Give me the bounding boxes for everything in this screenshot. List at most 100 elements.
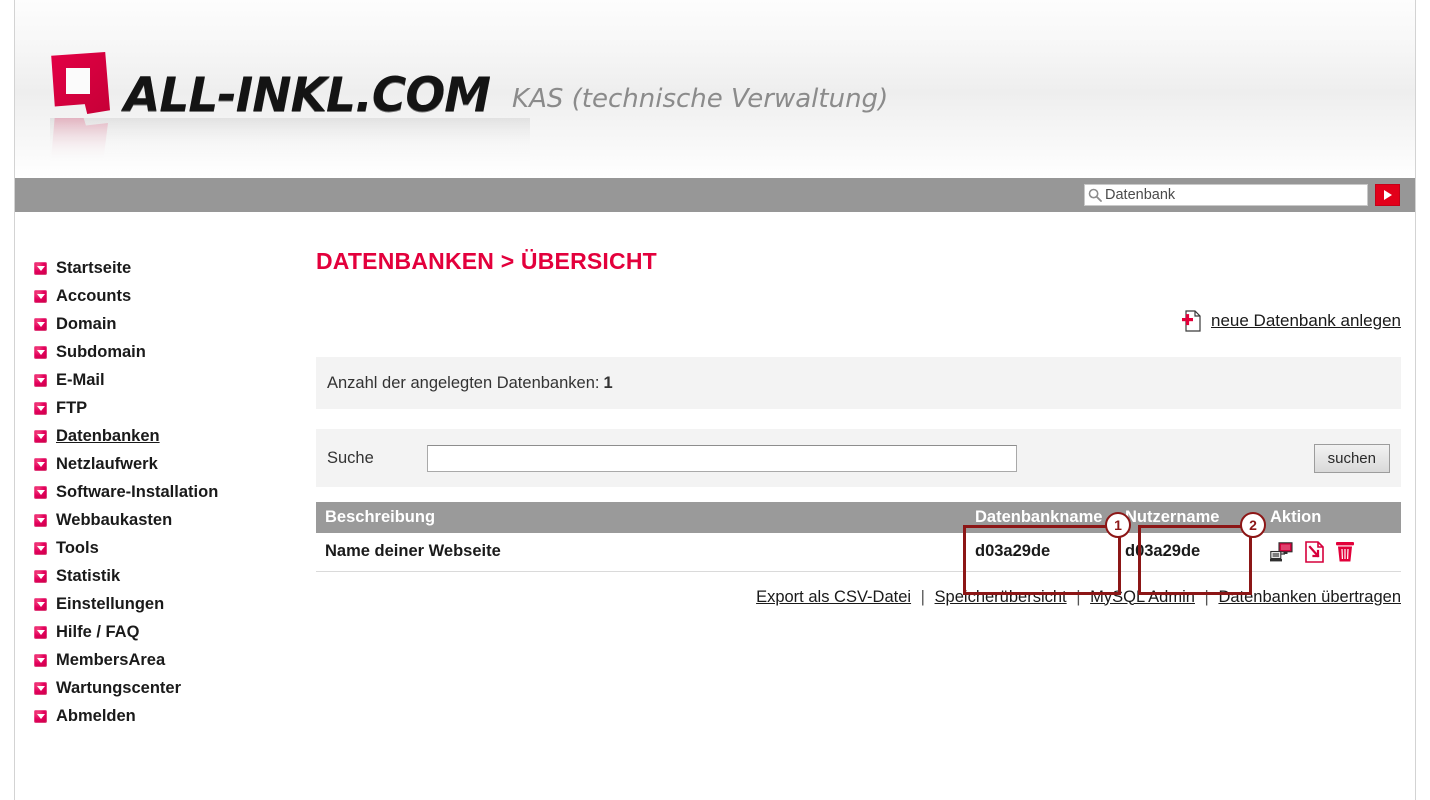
sidebar-item-label: Statistik <box>56 566 121 585</box>
sidebar-item-domain[interactable]: Domain <box>16 310 300 338</box>
sidebar-item-label: Netzlaufwerk <box>56 454 158 473</box>
bullet-icon <box>34 653 47 667</box>
sidebar-item-label: Accounts <box>56 286 132 305</box>
top-search-bar <box>15 178 1415 212</box>
document-plus-icon <box>1182 310 1202 332</box>
bullet-icon <box>34 709 47 723</box>
logo-subtitle: KAS (technische Verwaltung) <box>512 84 889 114</box>
site-header: ALL-INKL.COM KAS (technische Verwaltung) <box>15 0 1415 178</box>
footer-separator: | <box>1204 587 1209 606</box>
global-search-input[interactable] <box>1105 186 1367 204</box>
bullet-icon <box>34 289 47 303</box>
sidebar-item-tools[interactable]: Tools <box>16 534 300 562</box>
databases-table: Beschreibung Datenbankname Nutzername Ak… <box>316 502 1401 572</box>
new-database-label: neue Datenbank anlegen <box>1211 311 1401 330</box>
sidebar-item-email[interactable]: E-Mail <box>16 366 300 394</box>
sidebar-navigation: Startseite Accounts Domain Subdomain E-M… <box>16 212 300 730</box>
bullet-icon <box>34 485 47 499</box>
database-count-text: Anzahl der angelegten Datenbanken: <box>327 373 600 392</box>
bullet-icon <box>34 429 47 443</box>
table-body: Name deiner Webseite d03a29de d03a29de <box>316 533 1401 572</box>
page-title: DATENBANKEN > ÜBERSICHT <box>316 248 657 274</box>
sidebar-item-subdomain[interactable]: Subdomain <box>16 338 300 366</box>
database-count-value: 1 <box>603 373 613 392</box>
footer-separator: | <box>920 587 925 606</box>
page-root: ALL-INKL.COM KAS (technische Verwaltung)… <box>0 0 1430 800</box>
link-export-csv[interactable]: Export als CSV-Datei <box>756 588 911 606</box>
column-header-beschreibung[interactable]: Beschreibung <box>316 502 966 533</box>
sidebar-item-label: Hilfe / FAQ <box>56 622 140 641</box>
bullet-icon <box>34 597 47 611</box>
bullet-icon <box>34 569 47 583</box>
page-frame-right-border <box>1415 0 1416 800</box>
sidebar-item-label: Wartungscenter <box>56 678 181 697</box>
table-head: Beschreibung Datenbankname Nutzername Ak… <box>316 502 1401 533</box>
bullet-icon <box>34 625 47 639</box>
bullet-icon <box>34 541 47 555</box>
column-header-aktion: Aktion <box>1261 502 1401 533</box>
sidebar-item-hilfe-faq[interactable]: Hilfe / FAQ <box>16 618 300 646</box>
cell-nutzername: d03a29de <box>1116 533 1261 572</box>
table-search-button[interactable]: suchen <box>1313 443 1390 473</box>
logo-reflection <box>50 118 530 166</box>
sidebar-item-startseite[interactable]: Startseite <box>16 254 300 282</box>
bullet-icon <box>34 513 47 527</box>
sidebar-item-wartungscenter[interactable]: Wartungscenter <box>16 674 300 702</box>
sidebar-item-ftp[interactable]: FTP <box>16 394 300 422</box>
sidebar-item-label: Webbaukasten <box>56 510 173 529</box>
brand-logo[interactable]: ALL-INKL.COM KAS (technische Verwaltung) <box>50 52 889 123</box>
table-search-input[interactable] <box>427 444 1017 472</box>
footer-separator: | <box>1076 587 1081 606</box>
sidebar-item-label: Tools <box>56 538 99 557</box>
sidebar-item-label: Software-Installation <box>56 482 219 501</box>
sidebar-item-statistik[interactable]: Statistik <box>16 562 300 590</box>
database-connect-icon[interactable] <box>1270 542 1294 562</box>
search-submit-button[interactable] <box>1375 184 1400 206</box>
sidebar-item-datenbanken[interactable]: Datenbanken <box>16 422 300 450</box>
sidebar-item-label: Subdomain <box>56 342 146 361</box>
sidebar-item-label: E-Mail <box>56 370 105 389</box>
column-header-nutzername[interactable]: Nutzername <box>1116 502 1261 533</box>
sidebar-item-label: Domain <box>56 314 117 333</box>
footer-links: Export als CSV-Datei | Speicherübersicht… <box>316 588 1401 607</box>
sidebar-item-label: Startseite <box>56 258 132 277</box>
bullet-icon <box>34 457 47 471</box>
sidebar-item-webbaukasten[interactable]: Webbaukasten <box>16 506 300 534</box>
sidebar-item-label: Datenbanken <box>56 426 160 445</box>
sidebar-item-label: MembersArea <box>56 650 166 669</box>
table-row: Name deiner Webseite d03a29de d03a29de <box>316 533 1401 572</box>
sidebar-item-einstellungen[interactable]: Einstellungen <box>16 590 300 618</box>
sidebar-item-netzlaufwerk[interactable]: Netzlaufwerk <box>16 450 300 478</box>
global-search-box[interactable] <box>1084 184 1368 206</box>
sidebar-item-software-installation[interactable]: Software-Installation <box>16 478 300 506</box>
document-export-icon[interactable] <box>1305 540 1324 563</box>
sidebar-item-label: Einstellungen <box>56 594 165 613</box>
trash-icon[interactable] <box>1335 541 1355 563</box>
logo-wordmark: ALL-INKL.COM <box>124 67 491 123</box>
cell-datenbankname: d03a29de <box>966 533 1116 572</box>
column-header-datenbankname[interactable]: Datenbankname <box>966 502 1116 533</box>
sidebar-item-label: Abmelden <box>56 706 136 725</box>
table-header-row: Beschreibung Datenbankname Nutzername Ak… <box>316 502 1401 533</box>
link-speicheruebersicht[interactable]: Speicherübersicht <box>935 588 1067 606</box>
cell-beschreibung: Name deiner Webseite <box>316 533 966 572</box>
sidebar-item-accounts[interactable]: Accounts <box>16 282 300 310</box>
bullet-icon <box>34 317 47 331</box>
table-search-panel: Suche suchen <box>316 429 1401 487</box>
database-count-panel: Anzahl der angelegten Datenbanken: 1 <box>316 357 1401 409</box>
search-label: Suche <box>327 448 374 467</box>
bullet-icon <box>34 345 47 359</box>
new-database-row: neue Datenbank anlegen <box>316 308 1401 334</box>
bullet-icon <box>34 681 47 695</box>
new-database-link[interactable]: neue Datenbank anlegen <box>1182 310 1401 332</box>
sidebar-item-membersarea[interactable]: MembersArea <box>16 646 300 674</box>
sidebar-item-label: FTP <box>56 398 88 417</box>
main-content: DATENBANKEN > ÜBERSICHT neue Datenbank a… <box>316 212 1401 607</box>
bullet-icon <box>34 373 47 387</box>
link-datenbanken-uebertragen[interactable]: Datenbanken übertragen <box>1218 588 1401 606</box>
play-arrow-icon <box>1383 190 1392 200</box>
link-mysql-admin[interactable]: MySQL Admin <box>1090 588 1195 606</box>
allinkl-square-logo-icon <box>50 52 114 118</box>
sidebar-item-abmelden[interactable]: Abmelden <box>16 702 300 730</box>
bullet-icon <box>34 401 47 415</box>
